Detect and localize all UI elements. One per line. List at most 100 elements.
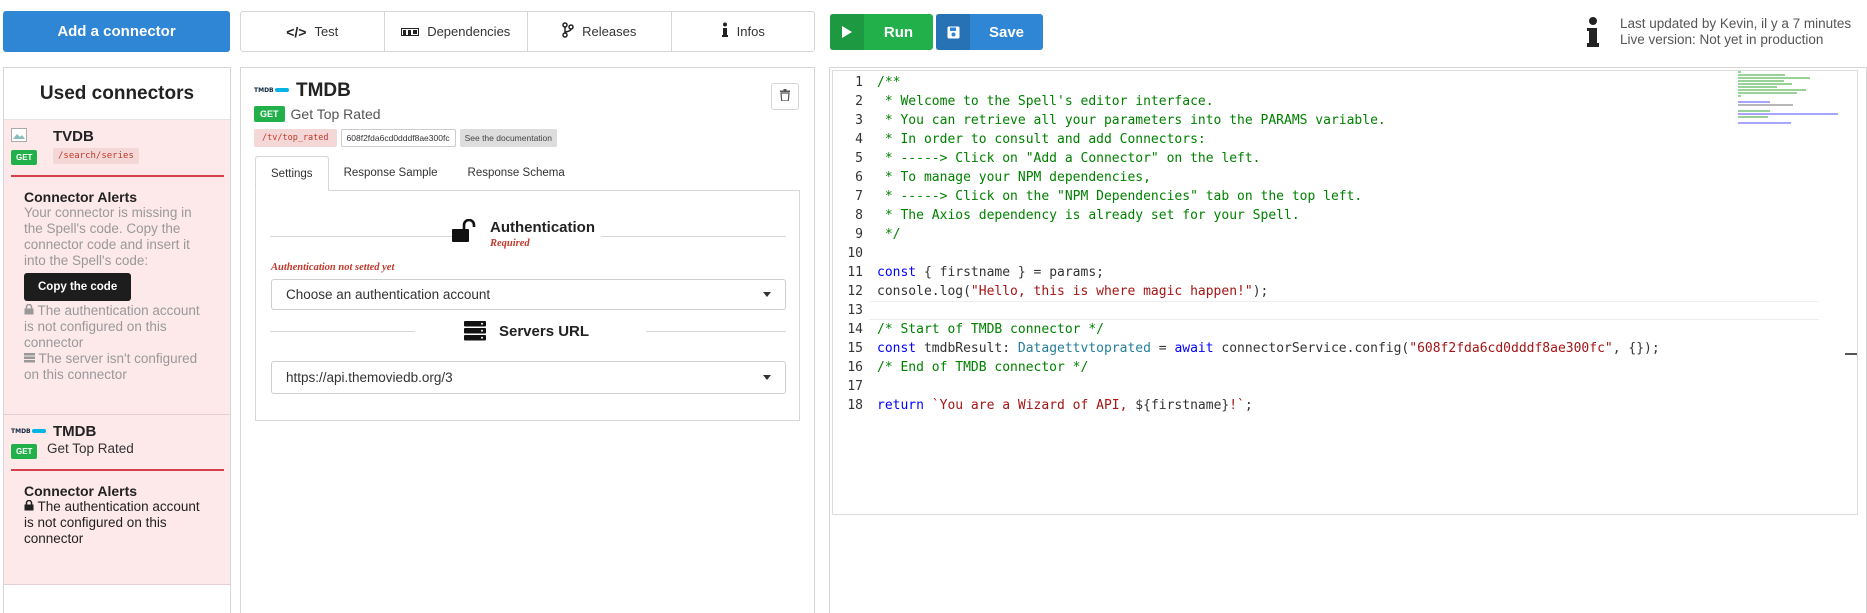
line-number: 7 — [855, 189, 863, 204]
connector-card-tmdb[interactable]: TMDB GET TMDB Get Top Rated Connector Al… — [4, 415, 230, 585]
line-number: 15 — [847, 341, 863, 356]
code-token: */ — [877, 227, 901, 242]
auth-account-select[interactable]: Choose an authentication account — [271, 279, 786, 310]
code-content[interactable]: /** * Welcome to the Spell's editor inte… — [877, 73, 1660, 415]
alert-auth-text: The authentication account is not config… — [24, 303, 200, 350]
line-number: 11 — [847, 265, 863, 280]
tab-infos-label: Infos — [736, 24, 765, 39]
minimap-line — [1738, 122, 1791, 124]
last-updated-text: Last updated by Kevin, il y a 7 minutes — [1620, 16, 1852, 31]
info-icon — [721, 22, 729, 41]
alert-auth-missing: The authentication account is not config… — [11, 303, 224, 351]
documentation-link[interactable]: See the documentation — [459, 129, 558, 147]
run-label: Run — [883, 23, 914, 41]
minimap-line — [1738, 101, 1770, 103]
add-connector-button[interactable]: Add a connector — [3, 11, 230, 52]
line-number: 5 — [855, 151, 863, 166]
code-line[interactable]: * -----> Click on "Add a Connector" on t… — [877, 149, 1660, 168]
tab-settings[interactable]: Settings — [255, 156, 329, 191]
code-line[interactable]: */ — [877, 225, 1660, 244]
code-line[interactable]: /* Start of TMDB connector */ — [877, 320, 1660, 339]
tab-dependencies[interactable]: Dependencies — [385, 12, 528, 51]
editor-minimap[interactable] — [1738, 71, 1838, 131]
copy-code-button[interactable]: Copy the code — [24, 273, 132, 301]
unlock-icon — [452, 218, 478, 248]
authentication-title: Authentication — [490, 219, 595, 236]
save-label: Save — [988, 23, 1025, 41]
line-numbers: 1 2 3 4 5 6 7 8 9 10 11 12 13 14 15 16 17 18 — [833, 73, 863, 415]
code-token: !` — [1229, 398, 1245, 413]
run-button[interactable]: Run — [830, 14, 933, 50]
divider — [270, 331, 415, 332]
code-line[interactable] — [877, 301, 1660, 320]
alert-server-missing: The server isn't configured on this conn… — [11, 351, 224, 383]
alert-divider — [11, 469, 224, 471]
code-token: connectorService.config( — [1213, 341, 1410, 356]
code-line[interactable]: * -----> Click on the "NPM Dependencies"… — [877, 187, 1660, 206]
code-line[interactable]: * To manage your NPM dependencies, — [877, 168, 1660, 187]
minimap-line — [1738, 95, 1742, 97]
svg-text:TMDB: TMDB — [11, 428, 31, 435]
alert-server-text: The server isn't configured on this conn… — [24, 351, 198, 382]
divider — [270, 236, 455, 237]
endpoint-path-badge: /tv/top_rated — [254, 129, 337, 147]
code-line[interactable] — [877, 244, 1660, 263]
line-number: 6 — [855, 170, 863, 185]
code-line[interactable]: const { firstname } = params; — [877, 263, 1660, 282]
delete-connector-button[interactable] — [771, 83, 799, 110]
code-line[interactable]: /* End of TMDB connector */ — [877, 358, 1660, 377]
code-editor[interactable]: 1 2 3 4 5 6 7 8 9 10 11 12 13 14 15 16 17 18 /** * Welcom… — [832, 70, 1858, 515]
trash-icon — [780, 88, 790, 106]
connector-id-chip[interactable]: 608f2fda6cd0dddf8ae300fc — [340, 129, 456, 147]
detail-meta-chips: /tv/top_rated 608f2fda6cd0dddf8ae300fc S… — [254, 129, 558, 147]
minimap-line — [1738, 92, 1798, 94]
line-number: 3 — [855, 113, 863, 128]
code-token: ); — [1252, 284, 1269, 299]
line-number: 2 — [855, 94, 863, 109]
tab-response-schema[interactable]: Response Schema — [453, 156, 580, 190]
code-line[interactable]: /** — [877, 73, 1660, 92]
connector-name: TMDB — [53, 423, 97, 440]
lock-icon — [24, 303, 34, 318]
minimap-line — [1738, 86, 1777, 88]
minimap-line — [1738, 104, 1793, 106]
tab-response-sample[interactable]: Response Sample — [329, 156, 453, 190]
tab-releases[interactable]: Releases — [528, 12, 672, 51]
minimap-line — [1738, 80, 1785, 82]
tab-infos[interactable]: Infos — [672, 12, 815, 51]
connector-alerts-title: Connector Alerts — [24, 483, 138, 499]
code-line[interactable]: return `You are a Wizard of API, ${first… — [877, 396, 1660, 415]
get-method-badge: GET — [11, 150, 38, 165]
line-number: 18 — [847, 398, 863, 413]
code-token: "Hello, this is where magic happen!" — [970, 284, 1253, 299]
connector-card-tvdb[interactable]: GET TVDB /search/series Connector Alerts… — [4, 120, 230, 415]
code-token: console.log( — [877, 284, 971, 299]
divider — [646, 331, 786, 332]
code-line[interactable] — [877, 377, 1660, 396]
endpoint-name: Get Top Rated — [47, 441, 134, 456]
code-line[interactable]: * Welcome to the Spell's editor interfac… — [877, 92, 1660, 111]
code-token: "608f2fda6cd0dddf8ae300fc" — [1409, 341, 1613, 356]
code-line[interactable]: * You can retrieve all your parameters i… — [877, 111, 1660, 130]
minimap-line — [1738, 71, 1742, 73]
tmdb-logo: TMDB GET — [11, 423, 47, 459]
detail-endpoint: GET Get Top Rated — [254, 106, 381, 122]
code-line[interactable]: console.log("Hello, this is where magic … — [877, 282, 1660, 301]
tmdb-logo: TMDB — [254, 82, 290, 100]
code-line[interactable]: * The Axios dependency is already set fo… — [877, 206, 1660, 225]
detail-endpoint-name: Get Top Rated — [290, 106, 381, 122]
tab-releases-label: Releases — [582, 24, 637, 39]
code-token: tmdbResult: — [916, 341, 1018, 356]
code-line[interactable]: const tmdbResult: Datagettvtoprated = aw… — [877, 339, 1660, 358]
code-token: * In order to consult and add Connectors… — [877, 132, 1206, 147]
code-token: * -----> Click on "Add a Connector" on t… — [877, 151, 1261, 166]
code-line[interactable]: * In order to consult and add Connectors… — [877, 130, 1660, 149]
code-token: await — [1174, 341, 1214, 356]
detail-tabs: Settings Response Sample Response Schema — [255, 156, 800, 191]
lock-icon — [24, 499, 34, 514]
last-updated-status: Last updated by Kevin, il y a 7 minutes … — [1620, 16, 1851, 48]
tab-test[interactable]: </> Test — [241, 12, 385, 51]
server-url-select[interactable]: https://api.themoviedb.org/3 — [271, 361, 786, 394]
line-number: 13 — [847, 303, 863, 318]
save-button[interactable]: Save — [936, 14, 1043, 50]
